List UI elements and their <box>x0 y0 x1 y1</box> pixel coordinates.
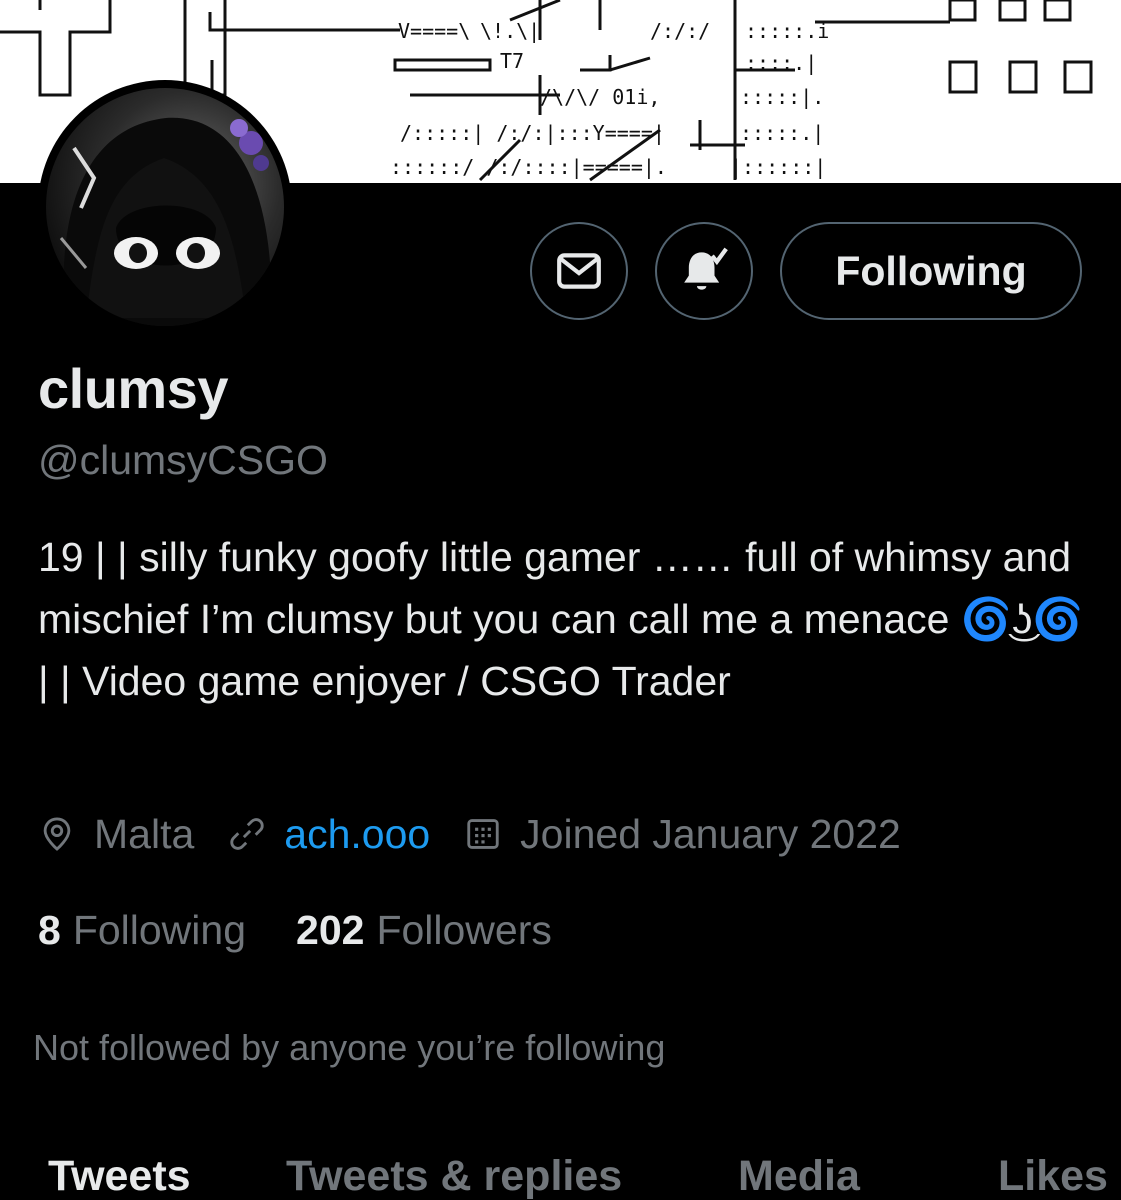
followed-by-note: Not followed by anyone you’re following <box>33 1027 666 1068</box>
location-item: Malta <box>38 811 194 858</box>
svg-text:T7: T7 <box>500 49 524 73</box>
profile-bio: 19 | | silly funky goofy little gamer ……… <box>38 534 1084 704</box>
svg-text:/:/:/: /:/:/ <box>650 19 710 43</box>
followers-stat[interactable]: 202 Followers <box>296 907 552 954</box>
svg-text:\!.\|: \!.\| <box>480 19 540 43</box>
svg-text:/\/\/ 01i,: /\/\/ 01i, <box>540 85 660 109</box>
svg-text::::::|.: :::::|. <box>740 85 824 109</box>
followers-count: 202 <box>296 906 365 953</box>
tab-likes[interactable]: Likes <box>998 1152 1108 1200</box>
location-pin-icon <box>43 817 71 851</box>
message-button[interactable] <box>530 222 628 320</box>
following-label: Following <box>72 906 247 953</box>
joined-item: Joined January 2022 <box>464 811 901 858</box>
profile-page: V====\ \!.\| /:/:/ :::::.i T7 ::::.| /\/… <box>0 0 1121 1200</box>
tab-tweets-and-replies[interactable]: Tweets & replies <box>286 1152 622 1200</box>
svg-text::::::.i: :::::.i <box>745 19 829 43</box>
follow-stats: 8 Following 202 Followers <box>38 902 602 958</box>
mail-icon <box>557 253 601 289</box>
link-icon <box>230 818 264 850</box>
location-text: Malta <box>94 810 195 857</box>
svg-text:V====\: V====\ <box>398 19 470 43</box>
followers-label: Followers <box>376 906 552 953</box>
profile-tabs: Tweets Tweets & replies Media Likes <box>0 1140 1121 1200</box>
calendar-icon <box>467 819 499 849</box>
website-link[interactable]: ach.ooo <box>284 811 430 858</box>
avatar-image <box>46 88 284 326</box>
following-button[interactable]: Following <box>780 222 1082 320</box>
svg-text:/:::::| /:/:|:::Y====|: /:::::| /:/:|:::Y====| <box>400 121 665 145</box>
tab-tweets[interactable]: Tweets <box>48 1152 191 1200</box>
svg-text::::::.|: :::::.| <box>740 121 824 145</box>
joined-text: Joined January 2022 <box>520 810 901 857</box>
svg-text:|::::::|: |::::::| <box>730 155 826 179</box>
tab-media[interactable]: Media <box>738 1152 860 1200</box>
svg-text:::::.|: ::::.| <box>745 51 817 75</box>
notifications-button[interactable] <box>655 222 753 320</box>
following-stat[interactable]: 8 Following <box>38 907 246 954</box>
avatar[interactable] <box>38 80 292 334</box>
profile-meta: Malta ach.ooo Joined January 2022 <box>38 806 935 862</box>
svg-text:::::::/ /:/::::|=====|.: ::::::/ /:/::::|=====|. <box>390 155 667 179</box>
bell-check-icon <box>684 247 728 290</box>
following-count: 8 <box>38 906 61 953</box>
display-name: clumsy <box>38 357 229 420</box>
user-handle: @clumsyCSGO <box>38 437 328 483</box>
website-item[interactable]: ach.ooo <box>228 811 430 858</box>
